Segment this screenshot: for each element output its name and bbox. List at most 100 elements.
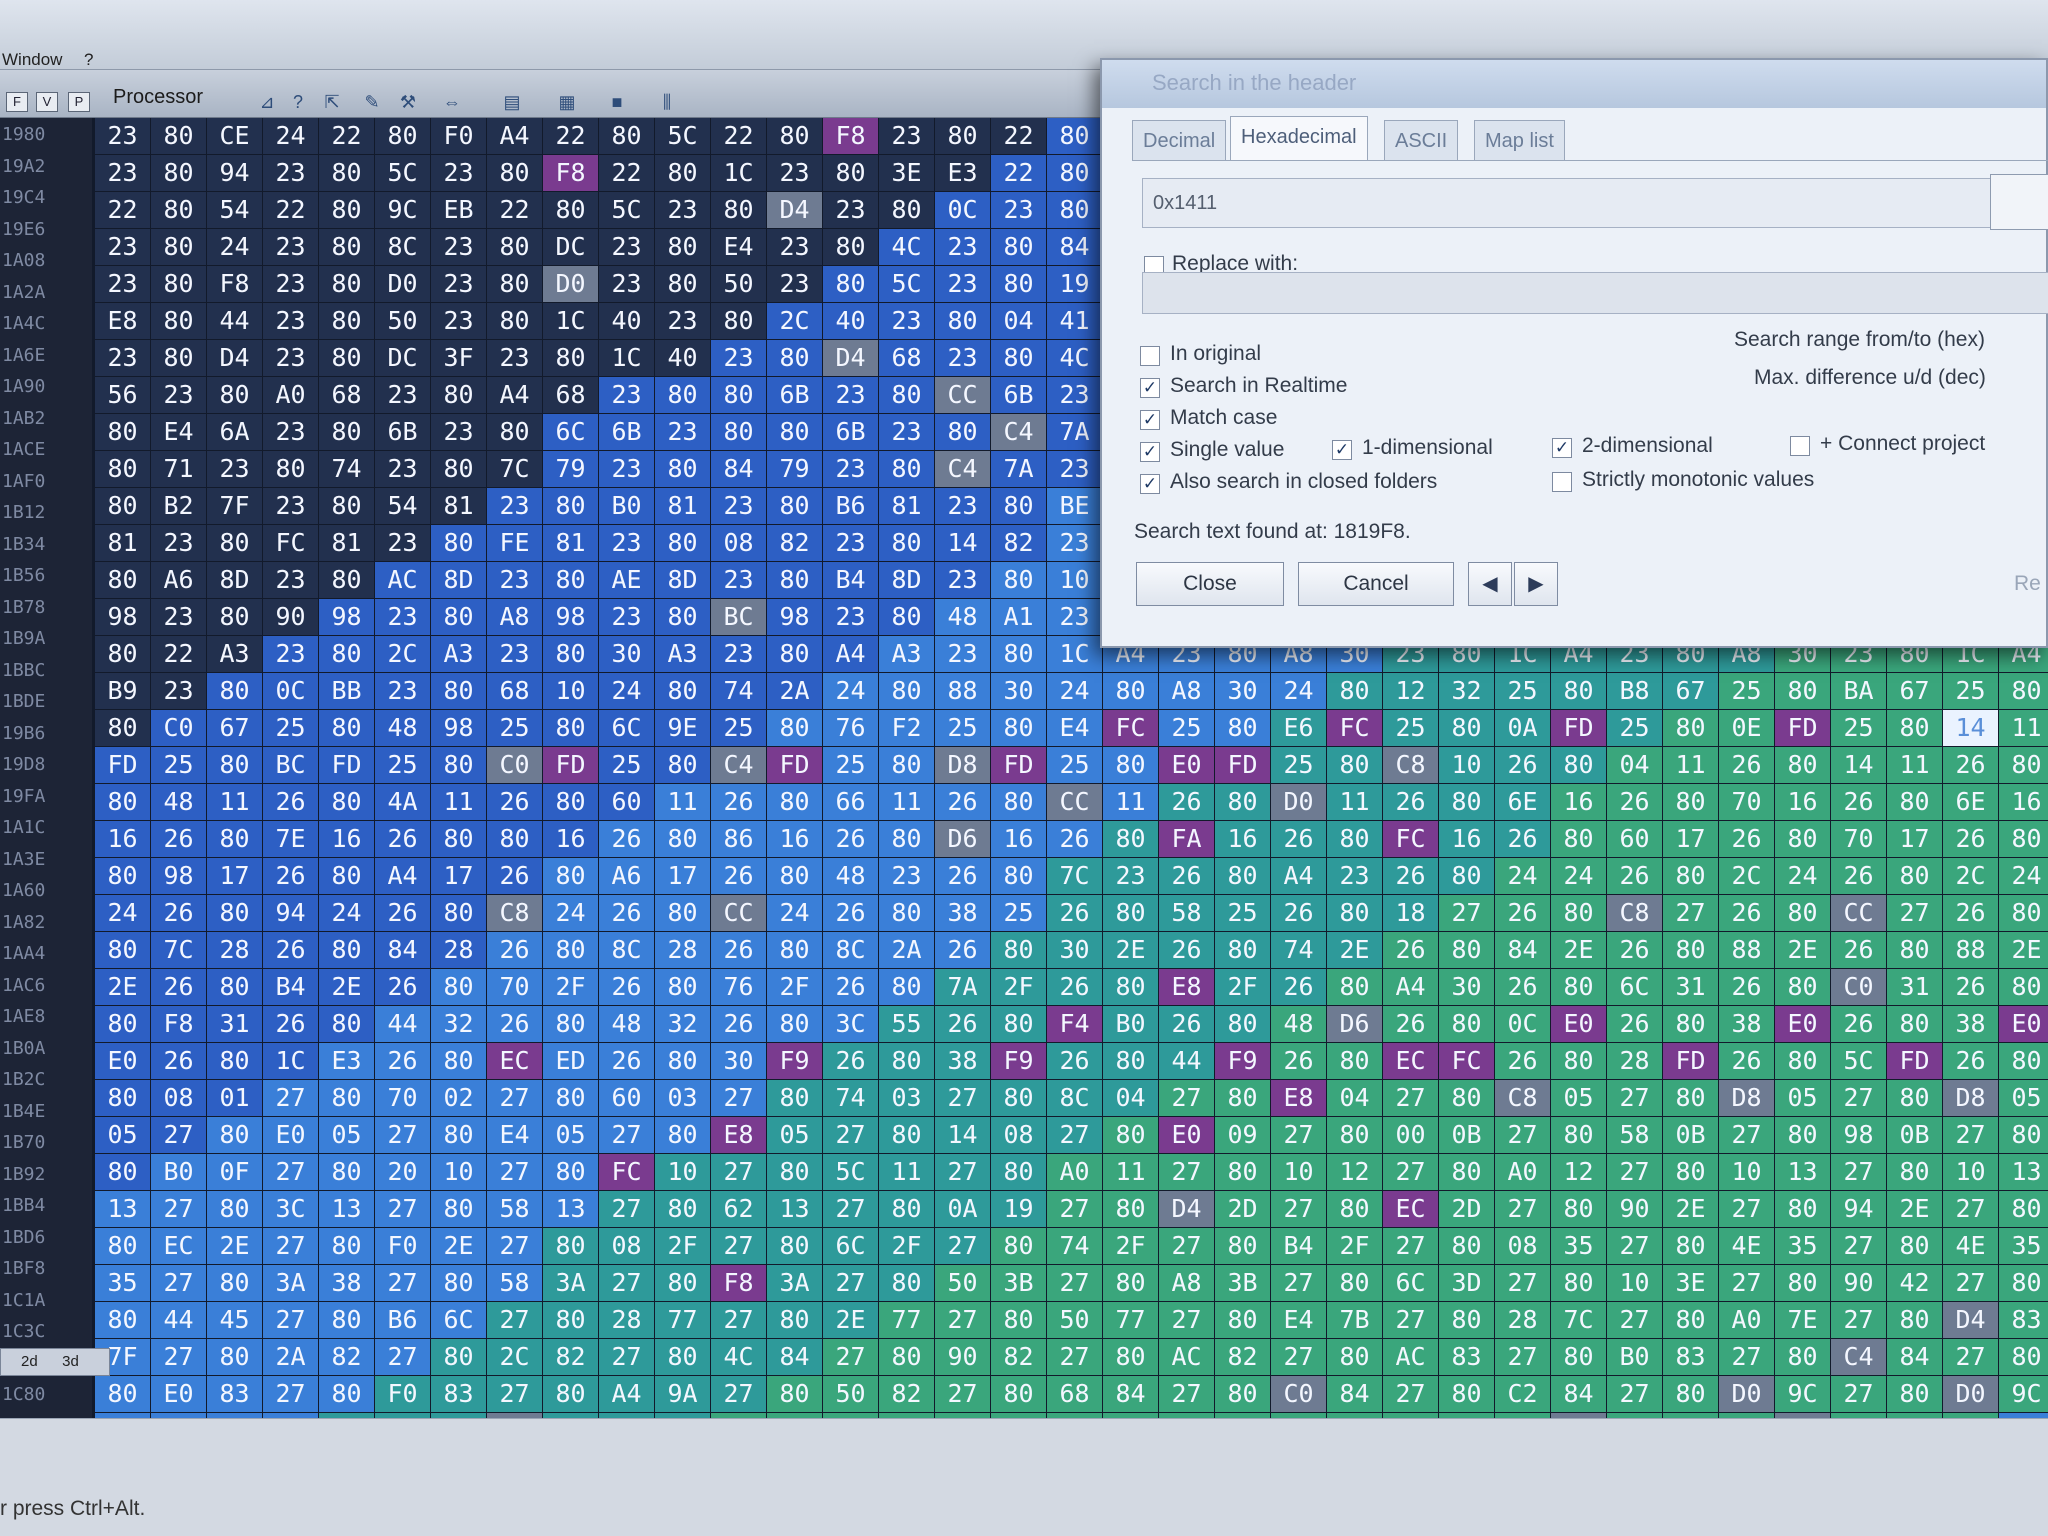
hex-cell[interactable]: F8 <box>151 1006 206 1042</box>
hex-cell[interactable]: 80 <box>319 858 374 894</box>
hex-cell[interactable]: 8D <box>879 562 934 598</box>
hex-cell[interactable]: 01 <box>207 1080 262 1116</box>
hex-cell[interactable]: A3 <box>879 636 934 672</box>
hex-cell[interactable]: 80 <box>599 118 654 154</box>
hex-cell[interactable]: 44 <box>207 303 262 339</box>
hex-cell[interactable]: D0 <box>1943 1376 1998 1412</box>
hex-cell[interactable]: BE <box>1047 488 1102 524</box>
hex-cell[interactable]: 80 <box>1887 784 1942 820</box>
hex-cell[interactable]: FD <box>1887 1043 1942 1079</box>
hex-cell[interactable]: 2C <box>767 303 822 339</box>
hex-cell[interactable]: 80 <box>1215 1006 1270 1042</box>
hex-cell[interactable]: 80 <box>1887 858 1942 894</box>
hex-cell[interactable]: 38 <box>1943 1006 1998 1042</box>
hex-cell[interactable]: ED <box>543 1043 598 1079</box>
hex-cell[interactable]: 80 <box>1215 1228 1270 1264</box>
hex-cell[interactable]: 19 <box>1047 266 1102 302</box>
hex-cell[interactable]: 50 <box>935 1265 990 1301</box>
hex-cell[interactable]: 4C <box>879 229 934 265</box>
hex-cell[interactable]: 80 <box>655 1117 710 1153</box>
hex-cell[interactable]: 25 <box>1159 710 1214 746</box>
chart-icon[interactable]: ▤ <box>500 90 524 114</box>
hex-cell[interactable]: 23 <box>823 192 878 228</box>
hex-cell[interactable]: EC <box>1383 1191 1438 1227</box>
hex-cell[interactable]: 27 <box>935 1228 990 1264</box>
hex-cell[interactable]: 27 <box>1943 1339 1998 1375</box>
hex-cell[interactable]: 80 <box>1215 784 1270 820</box>
hex-cell[interactable]: 82 <box>1215 1339 1270 1375</box>
hex-cell[interactable]: 2E <box>1999 932 2048 968</box>
hex-cell[interactable]: 12 <box>1551 1154 1606 1190</box>
hex-cell[interactable]: 80 <box>543 1006 598 1042</box>
hex-cell[interactable]: 80 <box>1663 1302 1718 1338</box>
hex-cell[interactable]: 4E <box>1943 1228 1998 1264</box>
hex-cell[interactable]: 80 <box>1327 821 1382 857</box>
hex-cell[interactable]: 80 <box>1775 895 1830 931</box>
hex-cell[interactable]: C0 <box>1271 1376 1326 1412</box>
hex-cell[interactable]: CC <box>1047 784 1102 820</box>
hex-cell[interactable]: 26 <box>1271 1043 1326 1079</box>
hex-cell[interactable]: 80 <box>1327 1117 1382 1153</box>
hex-cell[interactable]: 58 <box>1159 895 1214 931</box>
hex-cell[interactable]: 27 <box>487 1154 542 1190</box>
hex-cell[interactable]: 27 <box>1831 1376 1886 1412</box>
hex-cell[interactable]: 27 <box>1047 1117 1102 1153</box>
hex-cell[interactable]: 26 <box>1159 784 1214 820</box>
hex-cell[interactable]: 80 <box>151 340 206 376</box>
hex-cell[interactable]: B6 <box>375 1302 430 1338</box>
hex-cell[interactable]: 26 <box>711 932 766 968</box>
hex-cell[interactable]: D8 <box>1943 1080 1998 1116</box>
hex-cell[interactable]: 82 <box>879 1376 934 1412</box>
hex-cell[interactable]: 90 <box>263 599 318 635</box>
hex-cell[interactable]: 80 <box>95 710 150 746</box>
hex-cell[interactable]: 27 <box>1159 1302 1214 1338</box>
hex-cell[interactable]: 80 <box>1663 1228 1718 1264</box>
hex-cell[interactable]: 26 <box>599 821 654 857</box>
edit-icon[interactable]: ✎ <box>360 90 384 114</box>
hex-cell[interactable]: 74 <box>823 1080 878 1116</box>
hex-cell[interactable]: 2E <box>95 969 150 1005</box>
hex-cell[interactable]: 80 <box>319 1228 374 1264</box>
hex-cell[interactable]: 22 <box>151 636 206 672</box>
hex-cell[interactable]: 70 <box>375 1080 430 1116</box>
hex-cell[interactable]: 27 <box>1943 1191 1998 1227</box>
hex-cell[interactable]: 16 <box>1439 821 1494 857</box>
hex-cell[interactable]: 26 <box>1831 1006 1886 1042</box>
hex-cell[interactable]: 80 <box>767 340 822 376</box>
hex-cell[interactable]: 80 <box>95 451 150 487</box>
hex-cell[interactable]: 9C <box>375 192 430 228</box>
hex-cell[interactable]: B2 <box>151 488 206 524</box>
hex-cell[interactable]: 4C <box>711 1339 766 1375</box>
hex-cell[interactable]: 80 <box>375 118 430 154</box>
hex-cell[interactable]: 80 <box>935 303 990 339</box>
hex-cell[interactable]: 66 <box>823 784 878 820</box>
hex-cell[interactable]: 80 <box>319 192 374 228</box>
hex-cell[interactable]: 26 <box>1719 969 1774 1005</box>
grid-view-icon[interactable]: ▦ <box>555 90 579 114</box>
hex-cell[interactable]: 84 <box>1047 229 1102 265</box>
hex-cell[interactable]: 80 <box>1775 747 1830 783</box>
hex-cell[interactable]: 22 <box>543 118 598 154</box>
hex-cell[interactable]: 25 <box>151 747 206 783</box>
hex-cell[interactable]: 26 <box>1943 1043 1998 1079</box>
hex-cell[interactable]: 80 <box>207 673 262 709</box>
hex-cell[interactable]: 26 <box>1607 784 1662 820</box>
hex-cell[interactable]: 5C <box>599 192 654 228</box>
monotonic-checkbox[interactable] <box>1552 472 1572 492</box>
hex-cell[interactable]: 83 <box>1663 1339 1718 1375</box>
hex-cell[interactable]: 48 <box>823 858 878 894</box>
hex-cell[interactable]: 80 <box>711 192 766 228</box>
hex-cell[interactable]: 80 <box>1999 673 2048 709</box>
hex-cell[interactable]: A3 <box>431 636 486 672</box>
cancel-button[interactable]: Cancel <box>1298 562 1454 606</box>
hex-cell[interactable]: D4 <box>207 340 262 376</box>
hex-cell[interactable]: 03 <box>879 1080 934 1116</box>
hex-cell[interactable]: E0 <box>1551 1006 1606 1042</box>
hex-cell[interactable]: E4 <box>1047 710 1102 746</box>
hex-cell[interactable]: 26 <box>1271 969 1326 1005</box>
hex-cell[interactable]: E0 <box>1775 1006 1830 1042</box>
hex-cell[interactable]: 80 <box>431 451 486 487</box>
hex-cell[interactable]: 2F <box>767 969 822 1005</box>
hex-cell[interactable]: 80 <box>151 192 206 228</box>
hex-cell[interactable]: 38 <box>319 1265 374 1301</box>
